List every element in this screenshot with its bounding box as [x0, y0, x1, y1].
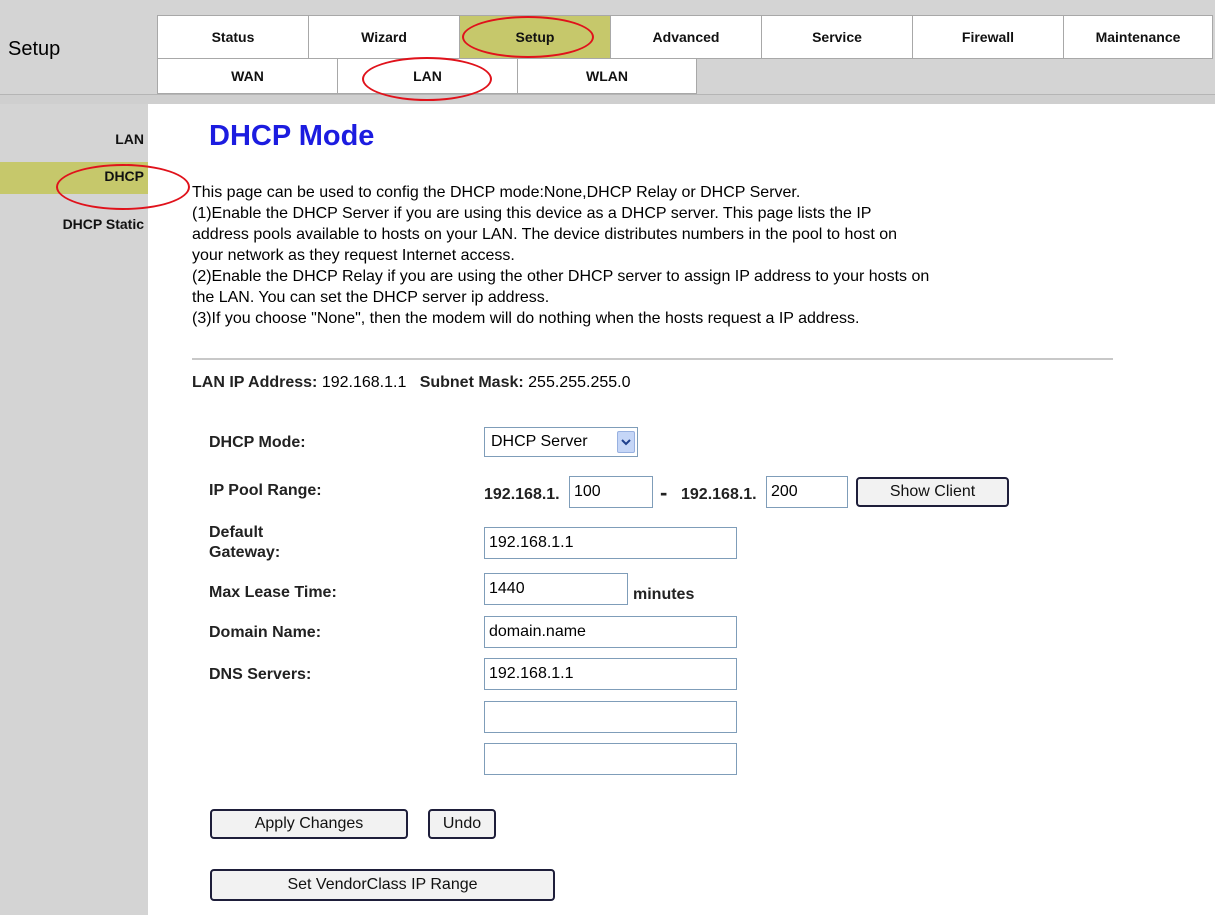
max-lease-time-input[interactable] — [484, 573, 628, 605]
sidebar: LAN DHCP DHCP Static — [0, 104, 148, 915]
dhcp-mode-label: DHCP Mode: — [209, 434, 306, 451]
dns-server-3-input[interactable] — [484, 743, 737, 775]
default-gateway-label-line-2: Gateway: — [209, 544, 281, 561]
tab-firewall[interactable]: Firewall — [912, 15, 1063, 59]
sidebar-item-lan[interactable]: LAN — [115, 131, 144, 147]
sub-nav: WAN LAN WLAN — [157, 58, 697, 94]
domain-name-input[interactable] — [484, 616, 737, 648]
chevron-down-icon[interactable] — [617, 431, 635, 453]
dns-server-2-input[interactable] — [484, 701, 737, 733]
show-client-button[interactable]: Show Client — [856, 477, 1009, 507]
subtab-wlan[interactable]: WLAN — [517, 58, 697, 94]
ip-pool-range-label: IP Pool Range: — [209, 482, 322, 499]
sidebar-item-dhcp-static[interactable]: DHCP Static — [63, 216, 144, 232]
tab-maintenance[interactable]: Maintenance — [1063, 15, 1213, 59]
subtab-lan[interactable]: LAN — [337, 58, 517, 94]
max-lease-time-label: Max Lease Time: — [209, 584, 337, 601]
section-divider — [192, 358, 1113, 360]
default-gateway-label: Default Gateway: — [209, 523, 280, 563]
description-line: address pools available to hosts on your… — [192, 226, 898, 243]
tab-advanced[interactable]: Advanced — [610, 15, 761, 59]
description-line: This page can be used to config the DHCP… — [192, 184, 801, 201]
section-title: Setup — [8, 38, 61, 60]
sidebar-item-dhcp[interactable]: DHCP — [0, 162, 148, 194]
main-nav: Status Wizard Setup Advanced Service Fir… — [157, 15, 1213, 59]
header-divider — [0, 94, 1215, 104]
description-line: (3)If you choose "None", then the modem … — [192, 310, 860, 327]
pool-range-separator: - — [660, 480, 668, 505]
pool-start-input[interactable] — [569, 476, 653, 508]
set-vendorclass-ip-range-button[interactable]: Set VendorClass IP Range — [210, 869, 555, 901]
max-lease-time-unit: minutes — [633, 586, 695, 603]
tab-status[interactable]: Status — [157, 15, 308, 59]
lan-ip-value: 192.168.1.1 — [321, 374, 407, 391]
tab-wizard[interactable]: Wizard — [308, 15, 459, 59]
description-line: (1)Enable the DHCP Server if you are usi… — [192, 205, 872, 222]
lan-ip-label: LAN IP Address: — [192, 374, 318, 391]
lan-ip-info: LAN IP Address: 192.168.1.1 Subnet Mask:… — [192, 374, 630, 392]
pool-start-prefix: 192.168.1. — [484, 486, 560, 503]
tab-setup[interactable]: Setup — [459, 15, 610, 59]
dns-servers-label: DNS Servers: — [209, 666, 312, 683]
description-line: your network as they request Internet ac… — [192, 247, 515, 264]
tab-service[interactable]: Service — [761, 15, 912, 59]
page-description: This page can be used to config the DHCP… — [192, 182, 1127, 329]
description-line: (2)Enable the DHCP Relay if you are usin… — [192, 268, 930, 285]
default-gateway-label-line-1: Default — [209, 524, 264, 541]
undo-button[interactable]: Undo — [428, 809, 496, 839]
subnet-mask-value: 255.255.255.0 — [528, 374, 631, 391]
pool-end-prefix: 192.168.1. — [681, 486, 757, 503]
apply-changes-button[interactable]: Apply Changes — [210, 809, 408, 839]
dhcp-mode-select[interactable]: DHCP Server — [484, 427, 638, 457]
dns-server-1-input[interactable] — [484, 658, 737, 690]
dhcp-mode-selected-value: DHCP Server — [491, 433, 588, 450]
subtab-wan[interactable]: WAN — [157, 58, 337, 94]
description-line: the LAN. You can set the DHCP server ip … — [192, 289, 550, 306]
pool-end-input[interactable] — [766, 476, 848, 508]
page-title: DHCP Mode — [209, 120, 375, 152]
subnet-mask-label: Subnet Mask: — [419, 374, 524, 391]
default-gateway-input[interactable] — [484, 527, 737, 559]
domain-name-label: Domain Name: — [209, 624, 322, 641]
